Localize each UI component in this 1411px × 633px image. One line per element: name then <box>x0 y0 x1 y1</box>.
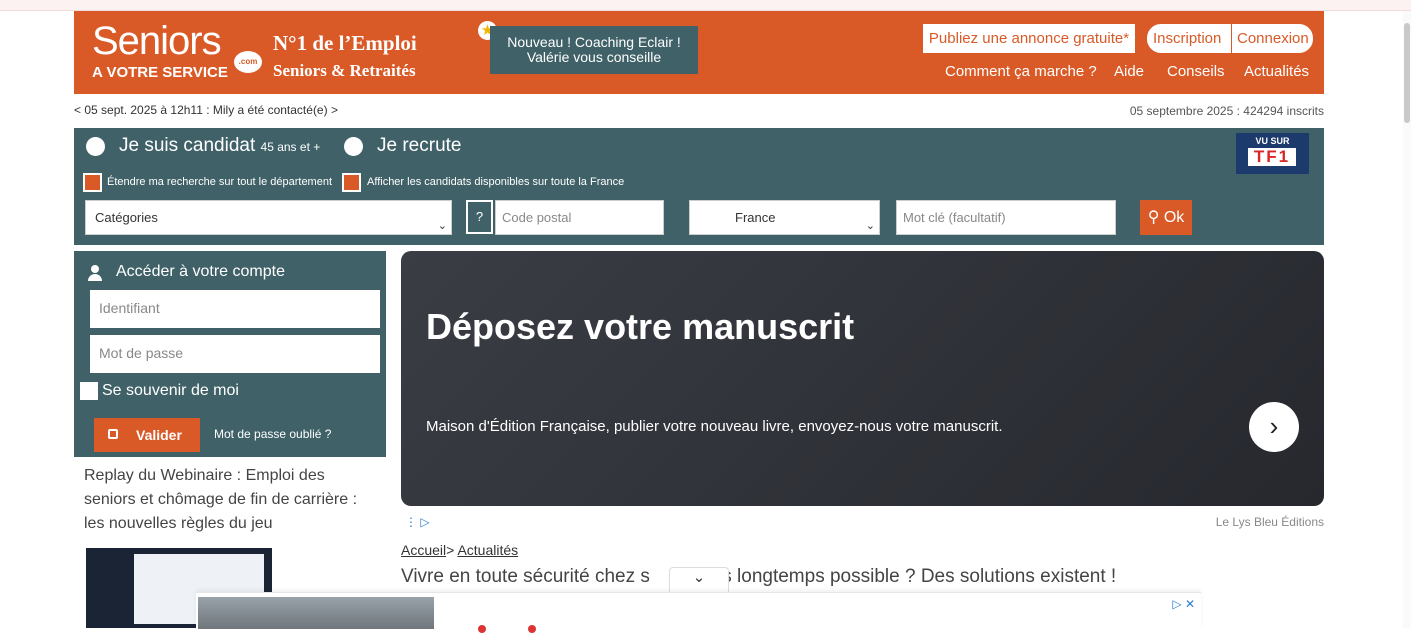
country-select[interactable]: France ⌄ <box>689 200 880 235</box>
keyword-input[interactable]: Mot clé (facultatif) <box>896 200 1116 235</box>
ad-dot-icon <box>528 625 536 633</box>
connexion-button[interactable]: Connexion <box>1237 24 1309 53</box>
search-ok-button[interactable]: ⚲ Ok <box>1140 200 1192 235</box>
user-icon <box>88 265 102 281</box>
breadcrumb-home-link[interactable]: Accueil <box>401 542 446 558</box>
tf1-vu-sur: VU SUR <box>1255 136 1290 146</box>
breadcrumb: Accueil> Actualités <box>401 542 518 558</box>
chevron-down-icon: ⌄ <box>865 220 875 232</box>
nav-advice[interactable]: Conseils <box>1167 63 1225 80</box>
postal-help-button[interactable]: ? <box>466 200 493 234</box>
webinar-title-link[interactable]: Replay du Webinaire : Emploi des seniors… <box>84 464 379 536</box>
category-select[interactable]: Catégories ⌄ <box>85 200 452 235</box>
article-title-start: Vivre en toute sécurité chez s <box>401 566 650 587</box>
country-select-value: France <box>735 210 776 225</box>
password-input[interactable]: Mot de passe <box>90 335 380 373</box>
adchoices-icon[interactable]: ⋮ ▷ <box>405 515 430 529</box>
username-input[interactable]: Identifiant <box>90 290 380 328</box>
ad-source-label[interactable]: Le Lys Bleu Éditions <box>1216 515 1324 529</box>
tf1-badge: VU SUR TF1 <box>1236 133 1309 174</box>
auth-divider <box>1231 24 1232 53</box>
breadcrumb-news-link[interactable]: Actualités <box>457 542 518 558</box>
article-title: Vivre en toute sécurité chez s plus longt… <box>401 566 1116 588</box>
page-scrollbar[interactable] <box>1403 11 1411 628</box>
chevron-right-icon[interactable]: › <box>1249 402 1299 452</box>
article-title-end: plus longtemps possible ? Des solutions … <box>696 566 1117 587</box>
logo-subtitle: A VOTRE SERVICE <box>92 64 228 81</box>
ad-description: Maison d'Édition Française, publier votr… <box>426 418 1003 435</box>
ad-photo <box>198 597 434 629</box>
publish-ad-button[interactable]: Publiez une annonce gratuite* <box>923 24 1135 53</box>
tagline-audience: Seniors & Retraités <box>273 61 416 80</box>
adchoices-icon[interactable]: ▷ ✕ <box>1172 597 1195 611</box>
site-logo[interactable]: Seniors <box>92 19 222 64</box>
remember-me-label: Se souvenir de moi <box>102 382 239 399</box>
auth-buttons: Inscription Connexion <box>1146 23 1314 54</box>
login-panel: Accéder à votre compte Identifiant Mot d… <box>74 251 386 457</box>
show-all-france-checkbox[interactable] <box>342 173 361 192</box>
login-title: Accéder à votre compte <box>116 263 285 280</box>
search-ok-label: Ok <box>1163 209 1185 226</box>
check-square-icon <box>108 429 118 439</box>
login-submit-button[interactable]: Valider <box>94 418 200 452</box>
ad-dot-icon <box>478 625 486 633</box>
tf1-logo: TF1 <box>1248 148 1296 166</box>
candidate-label-text: Je suis candidat <box>119 135 256 156</box>
scrollbar-thumb[interactable] <box>1404 23 1410 123</box>
collapse-ad-button[interactable]: ⌄ <box>669 567 729 594</box>
extend-department-checkbox[interactable] <box>83 173 102 192</box>
member-count: 05 septembre 2025 : 424294 inscrits <box>1129 104 1324 118</box>
site-header: Seniors .com A VOTRE SERVICE N°1 de l’Em… <box>74 11 1324 94</box>
recruiter-label: Je recrute <box>377 135 462 156</box>
chevron-down-icon: ⌄ <box>692 569 706 586</box>
inscription-button[interactable]: Inscription <box>1153 24 1221 53</box>
show-all-france-label: Afficher les candidats disponibles sur t… <box>367 176 625 188</box>
coaching-line1: Nouveau ! Coaching Eclair ! <box>507 34 681 50</box>
breadcrumb-separator: > <box>446 542 455 558</box>
search-icon: ⚲ <box>1147 209 1160 226</box>
chevron-down-icon: ⌄ <box>437 220 447 232</box>
nav-help[interactable]: Aide <box>1114 63 1144 80</box>
top-strip <box>0 0 1411 11</box>
nav-news[interactable]: Actualités <box>1244 63 1309 80</box>
extend-department-label: Étendre ma recherche sur tout le départe… <box>107 176 333 188</box>
search-panel: Je suis candidat 45 ans et + Je recrute … <box>74 128 1324 245</box>
logo-dot-com: .com <box>234 51 262 73</box>
category-select-value: Catégories <box>95 210 158 225</box>
tagline-number-one: N°1 de l’Emploi <box>273 31 417 55</box>
nav-how-it-works[interactable]: Comment ça marche ? <box>945 63 1097 80</box>
coaching-line2: Valérie vous conseille <box>526 49 662 65</box>
forgot-password-link[interactable]: Mot de passe oublié ? <box>214 427 331 441</box>
candidate-radio[interactable] <box>86 137 105 156</box>
login-submit-label: Valider <box>136 427 182 443</box>
ad-title: Déposez votre manuscrit <box>426 306 855 347</box>
candidate-age-label: 45 ans et + <box>260 140 321 154</box>
remember-me-checkbox[interactable] <box>80 382 98 400</box>
postal-code-input[interactable]: Code postal <box>495 200 664 235</box>
bottom-sticky-ad[interactable]: ▷ ✕ <box>196 592 1201 633</box>
latest-contact-ticker[interactable]: < 05 sept. 2025 à 12h11 : Mily a été con… <box>74 103 338 117</box>
sponsored-ad-banner[interactable]: Déposez votre manuscrit Maison d'Édition… <box>401 251 1324 506</box>
coaching-banner[interactable]: Nouveau ! Coaching Eclair ! Valérie vous… <box>490 26 698 74</box>
recruiter-radio[interactable] <box>344 137 363 156</box>
candidate-label: Je suis candidat 45 ans et + <box>119 135 320 157</box>
